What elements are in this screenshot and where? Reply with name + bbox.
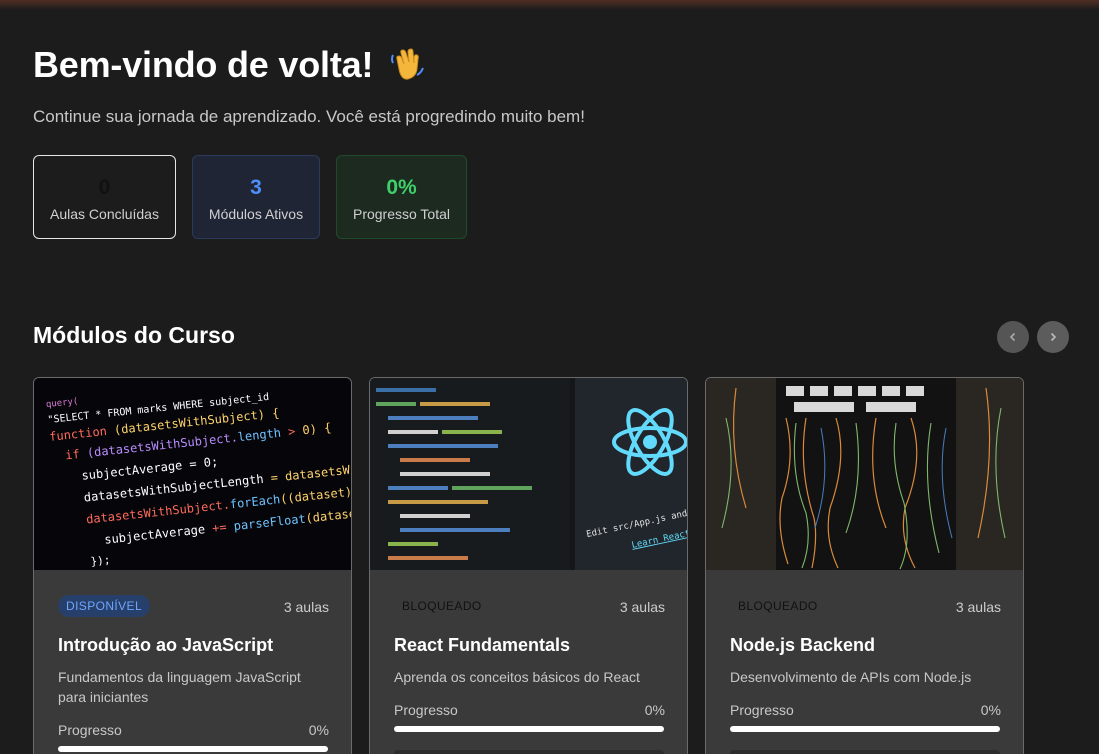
progress-row: Progresso 0% — [58, 722, 329, 738]
progress-bar — [58, 746, 328, 752]
welcome-text: Bem-vindo de volta! — [33, 44, 374, 85]
carousel-next-button[interactable] — [1037, 321, 1069, 353]
module-title: Node.js Backend — [730, 635, 876, 655]
locked-action-button[interactable] — [730, 750, 1000, 754]
stat-label: Progresso Total — [352, 206, 450, 222]
page-subtitle: Continue sua jornada de aprendizado. Voc… — [33, 107, 585, 126]
status-badge: BLOQUEADO — [402, 599, 482, 613]
status-badge: BLOQUEADO — [738, 599, 818, 613]
chevron-left-icon — [1009, 332, 1016, 342]
chevron-right-icon — [1050, 332, 1057, 342]
stat-value: 0 — [98, 176, 111, 199]
progress-percent: 0% — [644, 702, 665, 718]
waving-hand-icon — [387, 45, 427, 85]
page-title: Bem-vindo de volta! — [33, 44, 427, 86]
progress-row: Progresso 0% — [730, 702, 1001, 718]
progress-row: Progresso 0% — [394, 702, 665, 718]
module-description: Fundamentos da linguagem JavaScript para… — [58, 669, 301, 705]
progress-label: Progresso — [730, 702, 794, 718]
module-thumbnail-react: Edit src/App.js and save to re Learn Rea… — [370, 378, 687, 570]
module-description: Desenvolvimento de APIs com Node.js — [730, 669, 972, 685]
stat-value: 3 — [250, 176, 262, 199]
locked-action-button[interactable] — [394, 750, 664, 754]
progress-bar — [730, 726, 1000, 732]
carousel-prev-button[interactable] — [997, 321, 1029, 353]
stat-value: 0% — [386, 176, 417, 199]
module-title: Introdução ao JavaScript — [58, 635, 274, 655]
progress-label: Progresso — [58, 722, 122, 738]
module-thumbnail-servers — [706, 378, 1023, 570]
dashboard-page: Bem-vindo de volta! Continue sua jornada… — [0, 0, 1099, 754]
lesson-count: 3 aulas — [955, 599, 1001, 615]
stat-completed-lessons: 0 Aulas Concluídas — [33, 155, 176, 239]
status-badge: DISPONÍVEL — [58, 595, 151, 617]
stat-active-modules: 3 Módulos Ativos — [192, 155, 320, 239]
lesson-count: 3 aulas — [283, 599, 329, 615]
lesson-count: 3 aulas — [619, 599, 665, 615]
progress-label: Progresso — [394, 702, 458, 718]
progress-percent: 0% — [308, 722, 329, 738]
module-card-javascript[interactable]: query( "SELECT * FROM marks WHERE subjec… — [33, 377, 352, 754]
module-description: Aprenda os conceitos básicos do React — [394, 669, 640, 685]
progress-bar — [394, 726, 664, 732]
module-card-nodejs[interactable]: BLOQUEADO 3 aulas Node.js Backend Desenv… — [705, 377, 1024, 754]
module-thumbnail-code: query( "SELECT * FROM marks WHERE subjec… — [34, 378, 351, 570]
module-title: React Fundamentals — [394, 635, 571, 655]
stat-total-progress: 0% Progresso Total — [336, 155, 467, 239]
module-card-react[interactable]: Edit src/App.js and save to re Learn Rea… — [369, 377, 688, 754]
modules-section-title: Módulos do Curso — [33, 322, 235, 348]
top-glow — [0, 0, 1099, 10]
stat-label: Aulas Concluídas — [50, 206, 159, 222]
stat-label: Módulos Ativos — [208, 206, 304, 222]
svg-text:});: }); — [90, 553, 111, 568]
progress-percent: 0% — [980, 702, 1001, 718]
